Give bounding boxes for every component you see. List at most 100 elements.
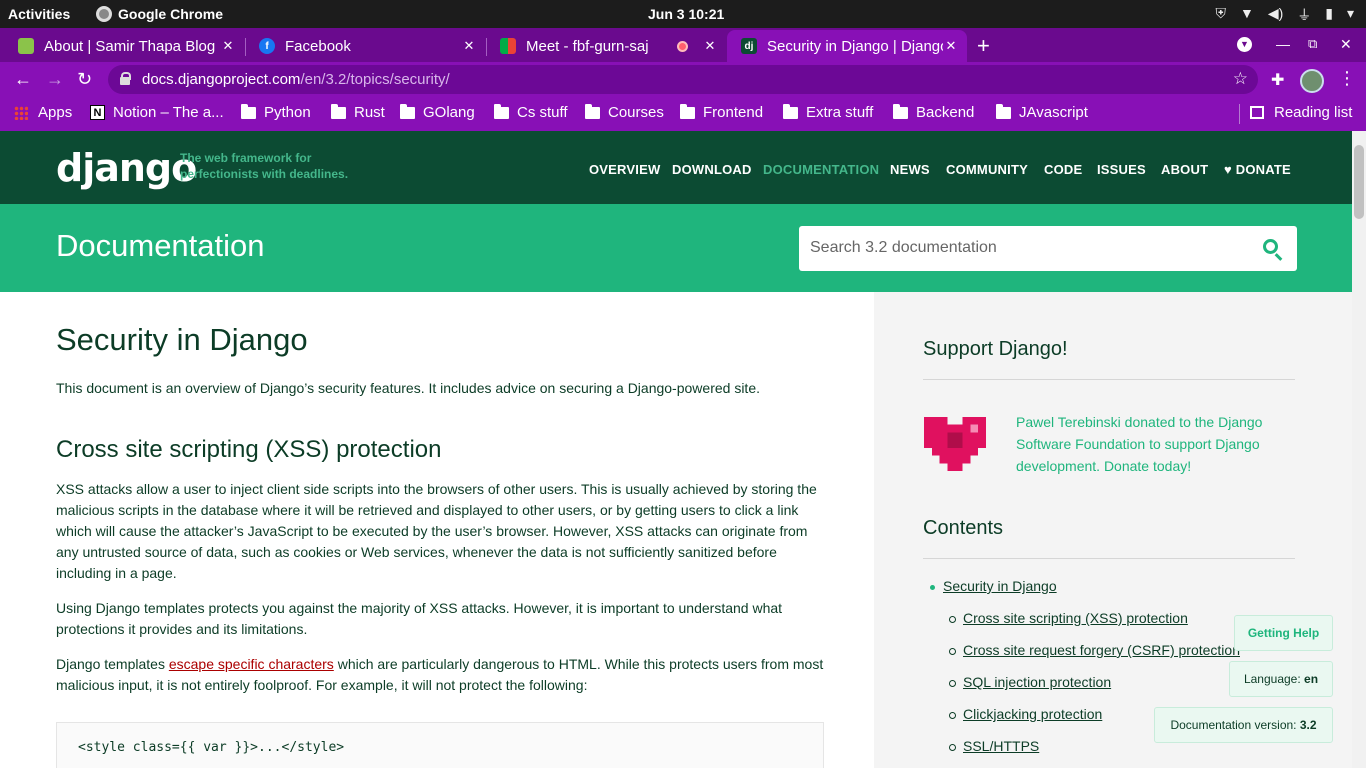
restore-icon[interactable]: ⧉	[1308, 36, 1317, 52]
bookmark-folder-frontend[interactable]: Frontend	[680, 103, 764, 121]
getting-help-button[interactable]: Getting Help	[1234, 615, 1333, 651]
bookmark-folder-rust[interactable]: Rust	[331, 103, 385, 121]
bookmark-label: Python	[264, 104, 311, 121]
nav-overview[interactable]: OVERVIEW	[589, 162, 660, 177]
recording-indicator-icon	[677, 40, 688, 52]
folder-icon	[680, 103, 695, 119]
django-logo[interactable]: django	[56, 146, 197, 190]
bookmark-label: Frontend	[703, 104, 764, 121]
tab-title: About | Samir Thapa Blog	[44, 37, 216, 55]
app-name: Google Chrome	[118, 6, 224, 22]
bookmark-folder-cs-stuff[interactable]: Cs stuff	[494, 103, 568, 121]
search-input[interactable]: Search 3.2 documentation	[799, 226, 1297, 271]
close-icon[interactable]: ✕	[220, 38, 236, 54]
bookmark-label: GOlang	[423, 104, 475, 121]
version-switcher[interactable]: Documentation version: 3.2	[1154, 707, 1333, 743]
site-header: django The web framework for perfectioni…	[0, 131, 1352, 204]
reload-icon[interactable]: ↻	[77, 69, 92, 89]
toc-link[interactable]: SSL/HTTPS	[948, 738, 1039, 754]
os-top-bar: Activities Google Chrome Jun 3 10:21 ⛨ ▼…	[0, 0, 1366, 28]
bookmarks-divider	[1239, 104, 1240, 124]
clock[interactable]: Jun 3 10:21	[648, 6, 724, 22]
back-icon[interactable]: ←	[14, 69, 32, 89]
bookmark-folder-python[interactable]: Python	[241, 103, 311, 121]
forward-icon[interactable]: →	[46, 69, 64, 89]
bookmark-folder-extra-stuff[interactable]: Extra stuff	[783, 103, 873, 121]
nav-issues[interactable]: ISSUES	[1097, 162, 1146, 177]
language-switcher[interactable]: Language: en	[1229, 661, 1333, 697]
tab-django-security[interactable]: dj Security in Django | Django documenta…	[727, 30, 967, 62]
url-text[interactable]: docs.djangoproject.com/en/3.2/topics/sec…	[142, 71, 450, 88]
chrome-menu-icon[interactable]: ⋮	[1338, 68, 1356, 89]
nav-code[interactable]: CODE	[1044, 162, 1082, 177]
toc-link[interactable]: SQL injection protection	[948, 674, 1111, 690]
bookmark-star-icon[interactable]: ☆	[1233, 69, 1248, 89]
url-path: /en/3.2/topics/security/	[300, 71, 450, 88]
tab-search-icon[interactable]: ▼	[1237, 37, 1252, 52]
close-icon[interactable]: ✕	[702, 38, 718, 54]
tab-samir-blog[interactable]: About | Samir Thapa Blog ✕	[4, 30, 244, 62]
pixel-heart-icon	[924, 417, 986, 471]
section-title: Documentation	[56, 228, 265, 263]
contents-heading: Contents	[923, 517, 1004, 539]
bookmark-folder-golang[interactable]: GOlang	[400, 103, 475, 121]
version-label: Documentation version:	[1170, 718, 1297, 732]
folder-icon	[585, 103, 600, 119]
nav-about[interactable]: ABOUT	[1161, 162, 1208, 177]
wifi-icon[interactable]: ▼	[1240, 5, 1254, 25]
xss-paragraph-2: Using Django templates protects you agai…	[56, 600, 783, 637]
support-heading: Support Django!	[923, 338, 1068, 360]
language-label: Language:	[1243, 672, 1301, 686]
minimize-icon[interactable]: —	[1276, 36, 1290, 52]
close-icon[interactable]: ✕	[943, 38, 959, 54]
search-icon[interactable]	[1263, 239, 1278, 254]
tab-title: Meet - fbf-gurn-saj	[526, 37, 649, 55]
system-tray[interactable]: ⛨ ▼ ◀) ⏚ ▮ ▾	[1215, 5, 1354, 25]
toc-link[interactable]: Cross site request forgery (CSRF) protec…	[949, 642, 1240, 658]
meet-icon	[500, 38, 516, 54]
close-icon[interactable]: ✕	[461, 38, 477, 54]
nav-community[interactable]: COMMUNITY	[946, 162, 1028, 177]
folder-icon	[996, 103, 1011, 119]
bookmark-apps[interactable]: Apps	[14, 104, 72, 121]
folder-icon	[783, 103, 798, 119]
new-tab-icon[interactable]: +	[977, 33, 990, 59]
close-window-icon[interactable]: ✕	[1340, 36, 1352, 53]
address-bar[interactable]: docs.djangoproject.com/en/3.2/topics/sec…	[108, 65, 1258, 94]
folder-icon	[893, 103, 908, 119]
bookmark-folder-javascript[interactable]: JAvascript	[996, 103, 1088, 121]
code-block: <style class={{ var }}>...</style>	[56, 722, 824, 768]
microphone-icon[interactable]: ⏚	[1297, 5, 1311, 25]
bookmark-folder-courses[interactable]: Courses	[585, 103, 664, 121]
bookmark-folder-backend[interactable]: Backend	[893, 103, 974, 121]
nav-news[interactable]: NEWS	[890, 162, 930, 177]
app-menu[interactable]: Google Chrome	[96, 6, 223, 22]
tab-facebook[interactable]: f Facebook ✕	[245, 30, 485, 62]
page-scrollbar[interactable]	[1352, 131, 1366, 768]
battery-icon[interactable]: ▮	[1325, 5, 1333, 25]
power-menu-icon[interactable]: ▾	[1347, 5, 1354, 25]
profile-avatar[interactable]	[1300, 69, 1324, 93]
shield-icon[interactable]: ⛨	[1215, 5, 1226, 25]
activities-button[interactable]: Activities	[8, 6, 70, 22]
toc-link[interactable]: Security in Django	[930, 578, 1057, 594]
escape-characters-link[interactable]: escape specific characters	[169, 656, 334, 672]
bookmark-label: JAvascript	[1019, 104, 1088, 121]
xss-paragraph-1: XSS attacks allow a user to inject clien…	[56, 481, 817, 581]
nav-documentation[interactable]: DOCUMENTATION	[763, 162, 879, 177]
bookmark-notion[interactable]: N Notion – The a...	[90, 104, 224, 121]
xss-paragraph-3: Django templates escape specific charact…	[56, 654, 826, 696]
toc-link[interactable]: Cross site scripting (XSS) protection	[949, 610, 1188, 626]
lock-icon[interactable]	[120, 72, 131, 85]
toc-link[interactable]: Clickjacking protection	[948, 706, 1102, 722]
reading-list-button[interactable]: Reading list	[1250, 104, 1352, 121]
nav-download[interactable]: DOWNLOAD	[672, 162, 752, 177]
browser-toolbar: ← → ↻ docs.djangoproject.com/en/3.2/topi…	[0, 62, 1366, 96]
extensions-puzzle-icon[interactable]: ✚	[1271, 70, 1284, 90]
tab-meet[interactable]: Meet - fbf-gurn-saj ✕	[486, 30, 726, 62]
donation-message[interactable]: Pawel Terebinski donated to the Django S…	[1016, 411, 1286, 477]
bookmark-label: Rust	[354, 104, 385, 121]
scrollbar-thumb[interactable]	[1354, 145, 1364, 219]
volume-icon[interactable]: ◀)	[1268, 5, 1283, 25]
nav-donate[interactable]: ♥ DONATE	[1224, 162, 1291, 177]
